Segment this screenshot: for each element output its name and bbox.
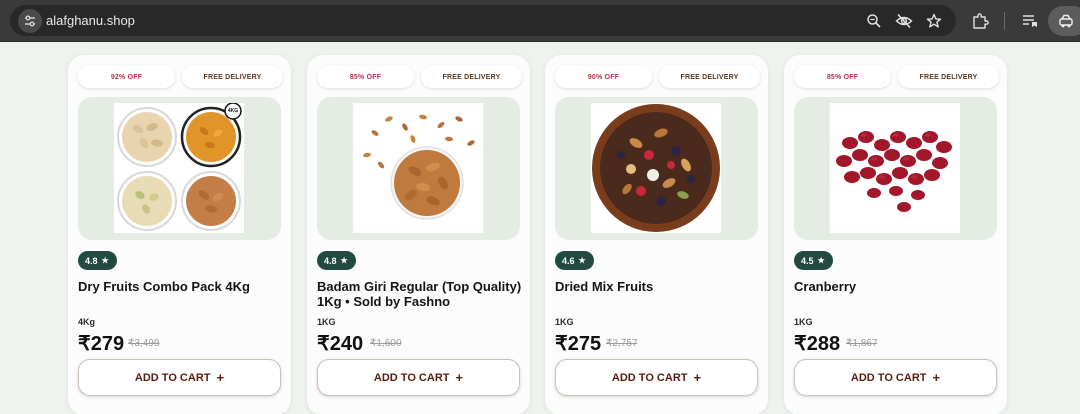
star-icon: ★ xyxy=(817,256,825,265)
rating-badge: 4.5 ★ xyxy=(794,251,833,270)
product-mrp: ₹3,499 xyxy=(128,338,160,349)
add-to-cart-label: ADD TO CART xyxy=(134,371,211,384)
product-price: ₹288 xyxy=(794,333,841,355)
delivery-badge: FREE DELIVERY xyxy=(182,66,283,88)
rating-value: 4.5 xyxy=(801,255,814,266)
rating-badge: 4.8 ★ xyxy=(317,251,356,270)
dry-fruits-combo-image: 4KG xyxy=(114,103,244,233)
product-price: ₹240 xyxy=(317,333,364,355)
discount-badge: 85% OFF xyxy=(794,66,891,88)
product-card[interactable]: 85% OFF FREE DELIVERY xyxy=(784,55,1007,414)
product-title[interactable]: Dried Mix Fruits xyxy=(555,279,761,294)
product-image-frame[interactable] xyxy=(317,97,520,240)
toolbar-divider xyxy=(1004,12,1005,30)
site-info-icon[interactable] xyxy=(18,9,42,33)
plus-icon: + xyxy=(216,370,225,385)
add-to-cart-label: ADD TO CART xyxy=(373,371,450,384)
product-mrp: ₹1,867 xyxy=(846,338,878,349)
image-weight-badge: 4KG xyxy=(227,108,239,114)
plus-icon: + xyxy=(693,370,702,385)
add-to-cart-button[interactable]: ADD TO CART + xyxy=(78,359,281,396)
product-title[interactable]: Dry Fruits Combo Pack 4Kg xyxy=(78,279,284,294)
plus-icon: + xyxy=(455,370,464,385)
reading-list-icon[interactable] xyxy=(1020,11,1040,31)
delivery-badge: FREE DELIVERY xyxy=(659,66,760,88)
add-to-cart-button[interactable]: ADD TO CART + xyxy=(794,359,997,396)
rating-badge: 4.6 ★ xyxy=(555,251,594,270)
add-to-cart-label: ADD TO CART xyxy=(850,371,927,384)
rating-value: 4.6 xyxy=(562,255,575,266)
product-image-frame[interactable] xyxy=(794,97,997,240)
star-icon: ★ xyxy=(101,256,109,265)
plus-icon: + xyxy=(932,370,941,385)
rating-value: 4.8 xyxy=(85,255,98,266)
product-image-frame[interactable] xyxy=(555,97,758,240)
product-weight: 1KG xyxy=(317,317,336,327)
product-mrp: ₹1,600 xyxy=(370,338,402,349)
zoom-icon[interactable] xyxy=(865,12,883,30)
add-to-cart-button[interactable]: ADD TO CART + xyxy=(555,359,758,396)
product-title[interactable]: Badam Giri Regular (Top Quality) 1Kg • S… xyxy=(317,279,523,309)
url-text[interactable]: alafghanu.shop xyxy=(46,13,135,28)
delivery-badge: FREE DELIVERY xyxy=(898,66,999,88)
almonds-image xyxy=(353,103,483,233)
product-price: ₹275 xyxy=(555,333,602,355)
product-weight: 1KG xyxy=(794,317,813,327)
rating-badge: 4.8 ★ xyxy=(78,251,117,270)
product-weight: 4Kg xyxy=(78,317,96,327)
star-icon[interactable] xyxy=(925,12,943,30)
product-card[interactable]: 90% OFF FREE DELIVERY 4.6 ★ Dried Mix Fr… xyxy=(545,55,768,414)
product-price: ₹279 xyxy=(78,333,125,355)
product-card[interactable]: 92% OFF FREE DELIVERY 4KG 4.8 ★ Dry Frui… xyxy=(68,55,291,414)
rating-value: 4.8 xyxy=(324,255,337,266)
browser-toolbar: alafghanu.shop xyxy=(0,0,1080,42)
product-image-frame[interactable]: 4KG xyxy=(78,97,281,240)
star-icon: ★ xyxy=(578,256,586,265)
add-to-cart-label: ADD TO CART xyxy=(611,371,688,384)
mixed-dried-fruits-image xyxy=(591,103,721,233)
eye-off-icon[interactable] xyxy=(895,12,913,30)
discount-badge: 85% OFF xyxy=(317,66,414,88)
product-weight: 1KG xyxy=(555,317,574,327)
profile-icon[interactable] xyxy=(1048,6,1080,36)
delivery-badge: FREE DELIVERY xyxy=(421,66,522,88)
product-card[interactable]: 85% OFF FREE DELIVERY xyxy=(307,55,530,414)
product-mrp: ₹2,757 xyxy=(606,338,638,349)
add-to-cart-button[interactable]: ADD TO CART + xyxy=(317,359,520,396)
address-bar[interactable]: alafghanu.shop xyxy=(10,5,956,36)
star-icon: ★ xyxy=(340,256,348,265)
puzzle-icon[interactable] xyxy=(970,11,990,31)
cranberry-image xyxy=(830,103,960,233)
product-title[interactable]: Cranberry xyxy=(794,279,1000,294)
product-grid: 92% OFF FREE DELIVERY 4KG 4.8 ★ Dry Frui… xyxy=(0,43,1080,414)
discount-badge: 92% OFF xyxy=(78,66,175,88)
discount-badge: 90% OFF xyxy=(555,66,652,88)
